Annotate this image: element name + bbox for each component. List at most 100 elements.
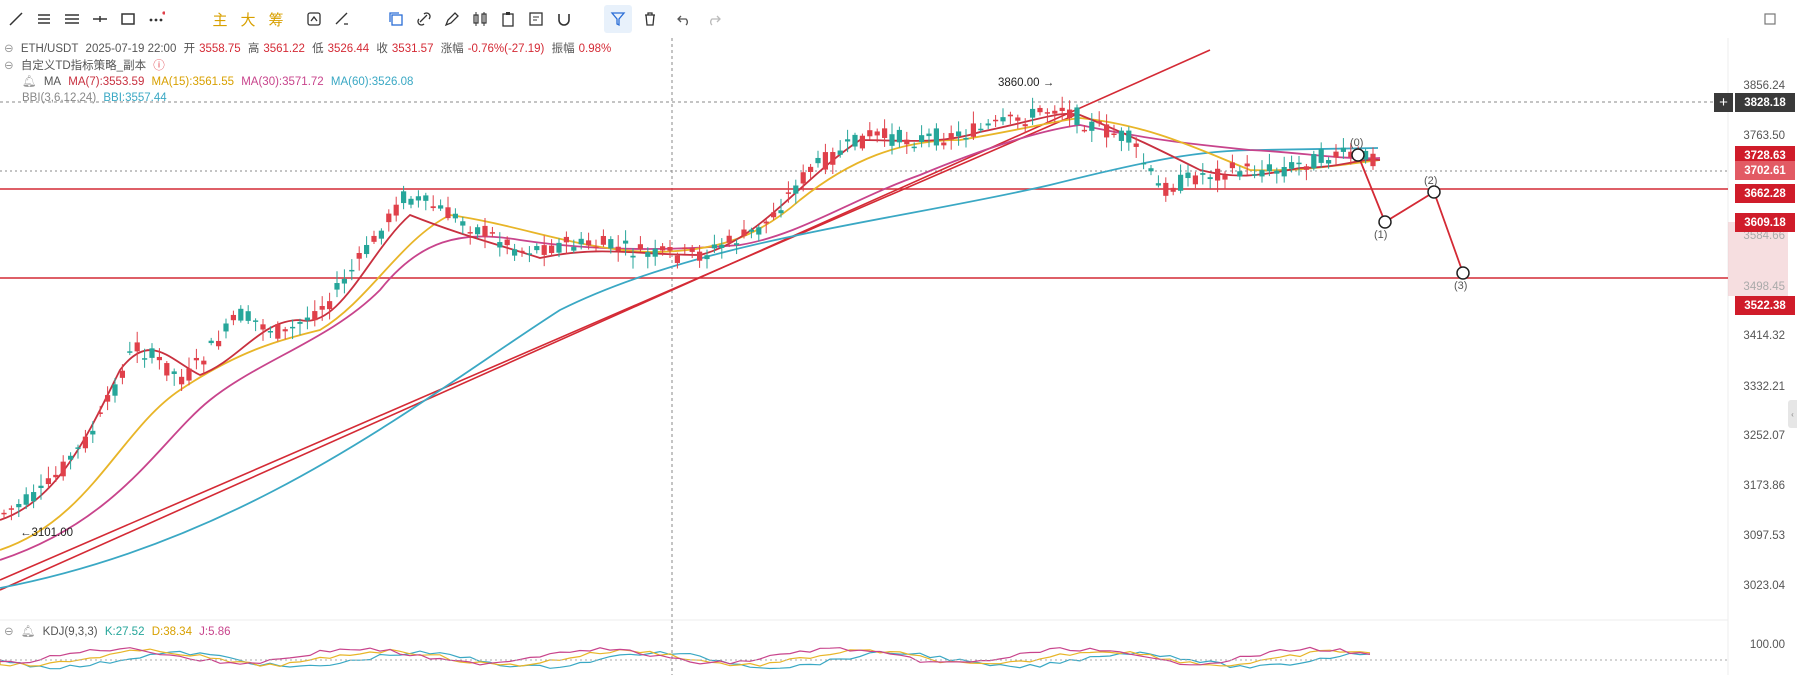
candle-body xyxy=(859,135,865,149)
candle-body xyxy=(112,384,118,396)
candle-body xyxy=(660,246,666,251)
candle-body xyxy=(830,152,836,165)
candle-body xyxy=(985,123,991,126)
candle-body xyxy=(134,342,140,352)
candle-body xyxy=(512,249,518,256)
candle-body xyxy=(1096,121,1102,124)
collapse-chevron-icon[interactable]: ⊖ xyxy=(4,43,14,55)
bell-icon[interactable]: 🔔︎ xyxy=(22,76,37,88)
candle-body xyxy=(1111,133,1117,135)
candle-body xyxy=(556,242,562,253)
kdj-line-1 xyxy=(0,648,1371,668)
candle-body xyxy=(1215,168,1221,181)
candle-body xyxy=(53,474,59,478)
candle-body xyxy=(208,340,214,344)
candle-body xyxy=(630,255,636,258)
bell-icon[interactable]: 🔔︎ xyxy=(21,626,36,638)
candle-body xyxy=(245,311,251,321)
price-axis-label: 3097.53 xyxy=(1743,530,1785,542)
price-axis-label: 3332.21 xyxy=(1743,381,1785,393)
add-alert-plus-icon[interactable]: + xyxy=(1714,93,1733,112)
price-axis-label: 3173.86 xyxy=(1743,480,1785,492)
candle-body xyxy=(186,368,192,381)
candle-body xyxy=(1000,117,1006,122)
candle-body xyxy=(1118,130,1124,141)
candle-body xyxy=(800,172,806,184)
candle-body xyxy=(719,244,725,248)
mid-price-tag: 3702.61 xyxy=(1735,161,1795,180)
candle-body xyxy=(1133,143,1139,147)
candle-body xyxy=(430,206,436,209)
candle-body xyxy=(164,363,170,376)
candle-body xyxy=(341,278,347,284)
candle-body xyxy=(393,204,399,216)
candle-body xyxy=(415,196,421,201)
collapse-chevron-icon[interactable]: ⊖ xyxy=(4,626,14,638)
candle-body xyxy=(771,212,777,218)
collapse-chevron-icon[interactable]: ⊖ xyxy=(4,60,14,72)
candle-body xyxy=(623,240,629,244)
candle-body xyxy=(956,131,962,137)
candle-body xyxy=(578,238,584,245)
candle-body xyxy=(253,320,259,322)
candle-body xyxy=(1022,124,1028,127)
low-price-note: ←3101.00 xyxy=(20,527,74,539)
candle-body xyxy=(142,358,148,360)
candle-body xyxy=(467,232,473,234)
candle-body xyxy=(267,331,273,333)
candle-body xyxy=(993,119,999,122)
candle-body xyxy=(1222,175,1228,180)
candle-body xyxy=(31,492,37,502)
symbol-label: ETH/USDT xyxy=(20,43,79,55)
candle-body xyxy=(1163,182,1169,196)
candle-body xyxy=(1296,162,1302,165)
candle-body xyxy=(526,253,532,255)
candle-body xyxy=(297,321,303,324)
candle-body xyxy=(1200,173,1206,175)
bbi-legend: BBI(3,6,12,24) BBI:3557.44 xyxy=(22,92,171,104)
candle-body xyxy=(1030,108,1036,118)
candle-body xyxy=(1044,112,1050,114)
price-chart[interactable] xyxy=(0,0,1797,675)
low-label: 低 xyxy=(312,43,324,55)
kdj-j-value: J:5.86 xyxy=(199,626,231,638)
candle-body xyxy=(1141,162,1147,165)
candle-body xyxy=(600,236,606,245)
candle-body xyxy=(904,139,910,145)
crosshair-price-tag: 3828.18 xyxy=(1735,93,1795,112)
candle-body xyxy=(371,235,377,242)
candle-body xyxy=(312,311,318,321)
candle-body xyxy=(778,210,784,214)
wave-label-1: (1) xyxy=(1374,229,1388,241)
candle-body xyxy=(223,323,229,332)
candle-body xyxy=(845,139,851,142)
candle-body xyxy=(97,412,103,414)
candle-body xyxy=(682,247,688,249)
candle-body xyxy=(1104,124,1110,138)
candle-body xyxy=(1274,170,1280,174)
side-panel-handle-icon[interactable]: ‹ xyxy=(1788,400,1797,428)
candle-body xyxy=(1311,154,1317,169)
bbi-label: BBI(3,6,12,24) xyxy=(22,92,97,104)
candle-body xyxy=(919,135,925,142)
candle-body xyxy=(1059,107,1065,111)
candle-body xyxy=(156,356,162,361)
change-value: -0.76%(-27.19) xyxy=(467,43,545,55)
candle-body xyxy=(423,195,429,201)
candle-body xyxy=(519,250,525,253)
candle-body xyxy=(60,461,66,477)
candle-body xyxy=(563,236,569,243)
candle-body xyxy=(319,306,325,310)
candle-body xyxy=(260,324,266,330)
candle-body xyxy=(963,137,969,140)
candle-body xyxy=(1155,183,1161,186)
ma7-value: MA(7):3553.59 xyxy=(68,76,145,88)
candle-body xyxy=(637,244,643,250)
candle-body xyxy=(275,324,281,339)
candle-body xyxy=(460,221,466,226)
level-high-tag: 3662.28 xyxy=(1735,184,1795,203)
candle-body xyxy=(1007,114,1013,117)
wave-label-3: (3) xyxy=(1454,280,1468,292)
ma15-value: MA(15):3561.55 xyxy=(151,76,235,88)
candle-body xyxy=(852,134,858,147)
